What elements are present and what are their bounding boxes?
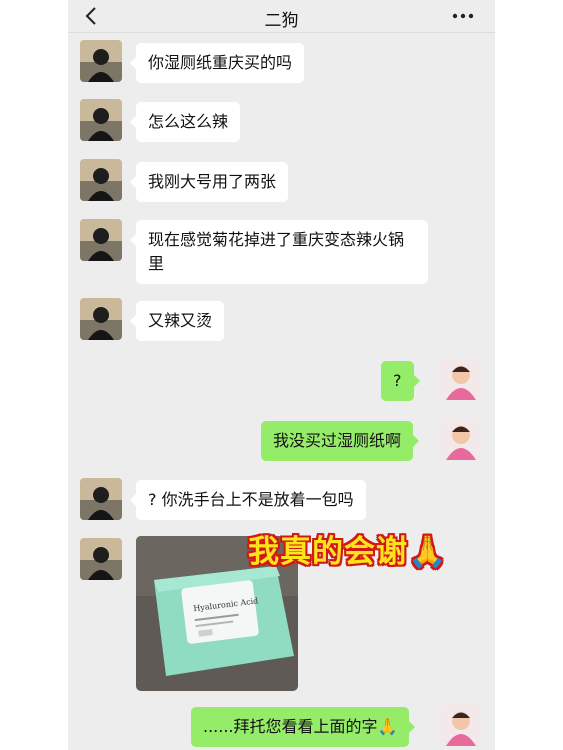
contact-avatar[interactable] xyxy=(80,40,122,82)
my-avatar[interactable] xyxy=(440,418,482,460)
message-bubble[interactable]: 我刚大号用了两张 xyxy=(129,162,289,202)
my-message-bubble[interactable]: 我没买过湿厕纸啊 xyxy=(261,421,420,461)
avatar-photo xyxy=(80,478,122,520)
contact-avatar[interactable] xyxy=(80,219,122,261)
message-bubble[interactable]: 又辣又烫 xyxy=(129,301,225,341)
chat-screen: 二狗 你湿厕纸重庆买的吗 怎么这么辣 我刚大号用了两张 现在感觉菊花掉进了重庆变… xyxy=(68,0,495,750)
contact-avatar[interactable] xyxy=(80,159,122,201)
avatar-photo xyxy=(80,298,122,340)
my-avatar[interactable] xyxy=(440,358,482,400)
avatar-photo xyxy=(80,99,122,141)
more-button[interactable] xyxy=(449,5,477,27)
avatar-photo xyxy=(80,40,122,82)
avatar-photo xyxy=(80,159,122,201)
meme-caption: 我真的会谢🙏 xyxy=(248,534,448,570)
contact-avatar[interactable] xyxy=(80,478,122,520)
avatar-photo xyxy=(80,219,122,261)
avatar-photo xyxy=(440,358,482,400)
message-bubble[interactable]: 你湿厕纸重庆买的吗 xyxy=(129,43,305,83)
message-bubble[interactable]: ? 你洗手台上不是放着一包吗 xyxy=(130,480,366,520)
avatar-photo xyxy=(80,538,122,580)
contact-avatar[interactable] xyxy=(80,298,122,340)
chat-title: 二狗 xyxy=(264,11,299,31)
more-dots-icon xyxy=(452,13,474,19)
contact-avatar[interactable] xyxy=(80,99,122,141)
avatar-photo xyxy=(440,704,482,746)
my-message-bubble[interactable]: ......拜托您看看上面的字🙏 xyxy=(191,707,416,747)
avatar-photo xyxy=(440,418,482,460)
chat-header: 二狗 xyxy=(68,0,495,33)
message-bubble[interactable]: 怎么这么辣 xyxy=(129,102,241,142)
my-avatar[interactable] xyxy=(440,704,482,746)
contact-avatar[interactable] xyxy=(80,538,122,580)
my-message-bubble[interactable]: ? xyxy=(381,361,419,401)
message-bubble[interactable]: 现在感觉菊花掉进了重庆变态辣火锅里 xyxy=(130,220,428,284)
